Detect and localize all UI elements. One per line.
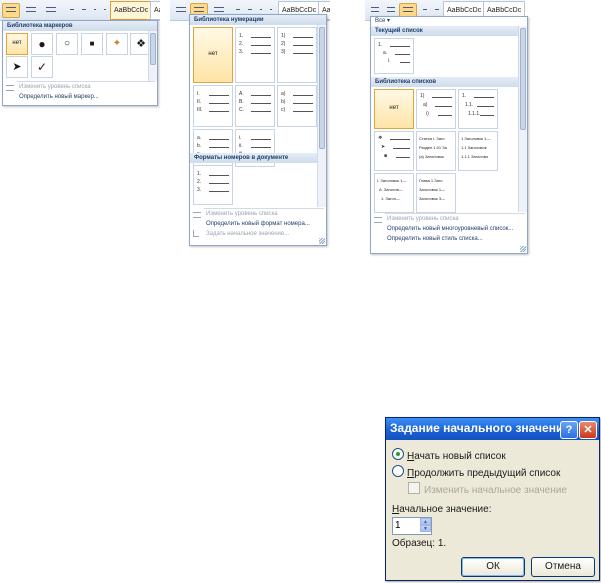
radio-button-selected[interactable] bbox=[392, 448, 404, 460]
menu-change-list-level: Изменить уровень списка bbox=[371, 214, 527, 224]
bullets-button[interactable] bbox=[172, 3, 190, 18]
menu-set-numbering-value: Задать начальное значение... bbox=[190, 229, 326, 239]
list-level-icon bbox=[6, 85, 14, 91]
start-value-input[interactable] bbox=[395, 519, 415, 531]
document-numbering-format[interactable]: 1. 2. 3. bbox=[193, 165, 233, 205]
numbering-gallery: Библиотека нумерации нет 1. 2. 3. 1) 2) … bbox=[189, 14, 327, 246]
resize-grip-icon[interactable] bbox=[319, 238, 325, 244]
style-next[interactable]: AaB bbox=[150, 1, 160, 20]
dialog-titlebar[interactable]: Задание начального значения ? ✕ bbox=[386, 418, 599, 440]
cancel-button[interactable]: Отмена bbox=[531, 557, 595, 577]
spin-up-icon[interactable]: ▲ bbox=[420, 518, 431, 525]
set-numbering-value-dialog: Задание начального значения ? ✕ Начать н… bbox=[385, 417, 600, 581]
bullet-star[interactable]: ✦ bbox=[106, 33, 128, 55]
multilevel-none[interactable]: нет bbox=[374, 89, 414, 129]
bullet-none[interactable]: нет bbox=[6, 33, 28, 55]
dialog-title: Задание начального значения bbox=[390, 421, 571, 435]
numbering-button[interactable] bbox=[22, 3, 40, 18]
numbering-library-title: Библиотека нумерации bbox=[190, 15, 326, 25]
current-list[interactable]: 1. a. i. bbox=[374, 38, 414, 74]
multilevel-list-button[interactable] bbox=[42, 3, 60, 18]
help-button[interactable]: ? bbox=[560, 421, 578, 439]
gallery-filter-dropdown[interactable]: Все ▾ bbox=[375, 17, 390, 24]
bullets-scrollbar[interactable] bbox=[148, 31, 157, 81]
numbering-format-3[interactable]: I. II. III. bbox=[193, 85, 233, 127]
decrease-indent-icon[interactable] bbox=[66, 3, 78, 18]
style-normal[interactable]: AaBbCcDc bbox=[110, 1, 153, 20]
multilevel-scrollbar[interactable] bbox=[518, 26, 527, 212]
bullet-filled-circle[interactable]: ● bbox=[31, 33, 53, 55]
multilevel-list-2[interactable]: 1. 1.1. 1.1.1. bbox=[458, 89, 498, 129]
start-value-label: Начальное значение: bbox=[392, 504, 492, 515]
bullets-gallery: Библиотека маркеров нет ● ○ ■ ✦ ❖ ➤ ✓ Из… bbox=[2, 20, 158, 106]
menu-define-new-number-format[interactable]: Определить новый формат номера... bbox=[190, 219, 326, 229]
document-formats-title: Форматы номеров в документе bbox=[190, 153, 326, 163]
increase-indent-icon[interactable] bbox=[78, 3, 90, 18]
multilevel-list-1[interactable]: 1) a) i) bbox=[416, 89, 456, 129]
radio-continue-list[interactable]: Продолжить предыдущий список bbox=[392, 465, 560, 479]
numbering-format-2[interactable]: 1) 2) 3) bbox=[277, 27, 317, 83]
list-level-icon bbox=[374, 217, 382, 223]
bullet-square[interactable]: ■ bbox=[81, 33, 103, 55]
preview-label: Образец: 1. bbox=[392, 538, 447, 549]
current-list-title: Текущий список bbox=[371, 26, 527, 36]
bullets-library-title: Библиотека маркеров bbox=[3, 21, 157, 31]
multilevel-list-4[interactable]: Статья I. Заго Раздел 1.01 За (a) Заголо… bbox=[416, 131, 456, 171]
menu-change-list-level: Изменить уровень списка bbox=[190, 209, 326, 219]
checkbox-advance-value: Изменить начальное значение bbox=[408, 482, 567, 496]
bullet-arrow[interactable]: ➤ bbox=[6, 56, 28, 78]
list-library-title: Библиотека списков bbox=[371, 77, 527, 87]
ribbon-strip-bullets: AaBbCcDc AaB bbox=[0, 0, 160, 21]
bullet-checkmark[interactable]: ✓ bbox=[31, 56, 53, 78]
numbering-format-5[interactable]: a) b) c) bbox=[277, 85, 317, 127]
pilcrow-icon[interactable] bbox=[100, 3, 110, 18]
multilevel-gallery: Все ▾ Текущий список 1. a. i. Библиотека… bbox=[370, 16, 528, 254]
spin-down-icon[interactable]: ▼ bbox=[420, 525, 431, 532]
sort-icon[interactable] bbox=[90, 3, 100, 18]
bullet-hollow-circle[interactable]: ○ bbox=[56, 33, 78, 55]
ok-button[interactable]: ОК bbox=[461, 557, 525, 577]
menu-define-new-bullet[interactable]: Определить новый маркер... bbox=[3, 92, 157, 102]
numbering-format-1[interactable]: 1. 2. 3. bbox=[235, 27, 275, 83]
resize-grip-icon[interactable] bbox=[520, 246, 526, 252]
checkbox bbox=[408, 482, 420, 494]
multilevel-list-6[interactable]: I. Заголовок 1— A. Заголов— 1. Загол— bbox=[374, 173, 414, 213]
menu-define-new-list-style[interactable]: Определить новый стиль списка... bbox=[371, 234, 527, 244]
multilevel-list-5[interactable]: 1 Заголовок 1— 1.1 Заголовок 1.1.1 Загол… bbox=[458, 131, 498, 171]
menu-define-new-multilevel-list[interactable]: Определить новый многоуровневый список..… bbox=[371, 224, 527, 234]
multilevel-list-3[interactable]: ❖ ➤ ■ bbox=[374, 131, 414, 171]
multilevel-list-7[interactable]: Глава 1 Заго Заголовок 1— Заголовок 3— bbox=[416, 173, 456, 213]
numbering-scrollbar[interactable] bbox=[317, 25, 326, 207]
numbering-none[interactable]: нет bbox=[193, 27, 233, 83]
close-button[interactable]: ✕ bbox=[579, 421, 597, 439]
numbering-format-4[interactable]: A. B. C. bbox=[235, 85, 275, 127]
radio-button[interactable] bbox=[392, 465, 404, 477]
list-level-icon bbox=[193, 212, 201, 218]
start-value-spinner[interactable]: ▲ ▼ bbox=[392, 517, 432, 535]
set-value-icon bbox=[193, 230, 199, 237]
radio-start-new-list[interactable]: Начать новый список bbox=[392, 448, 506, 462]
menu-change-list-level: Изменить уровень списка bbox=[3, 82, 157, 92]
bullets-button[interactable] bbox=[2, 3, 20, 18]
